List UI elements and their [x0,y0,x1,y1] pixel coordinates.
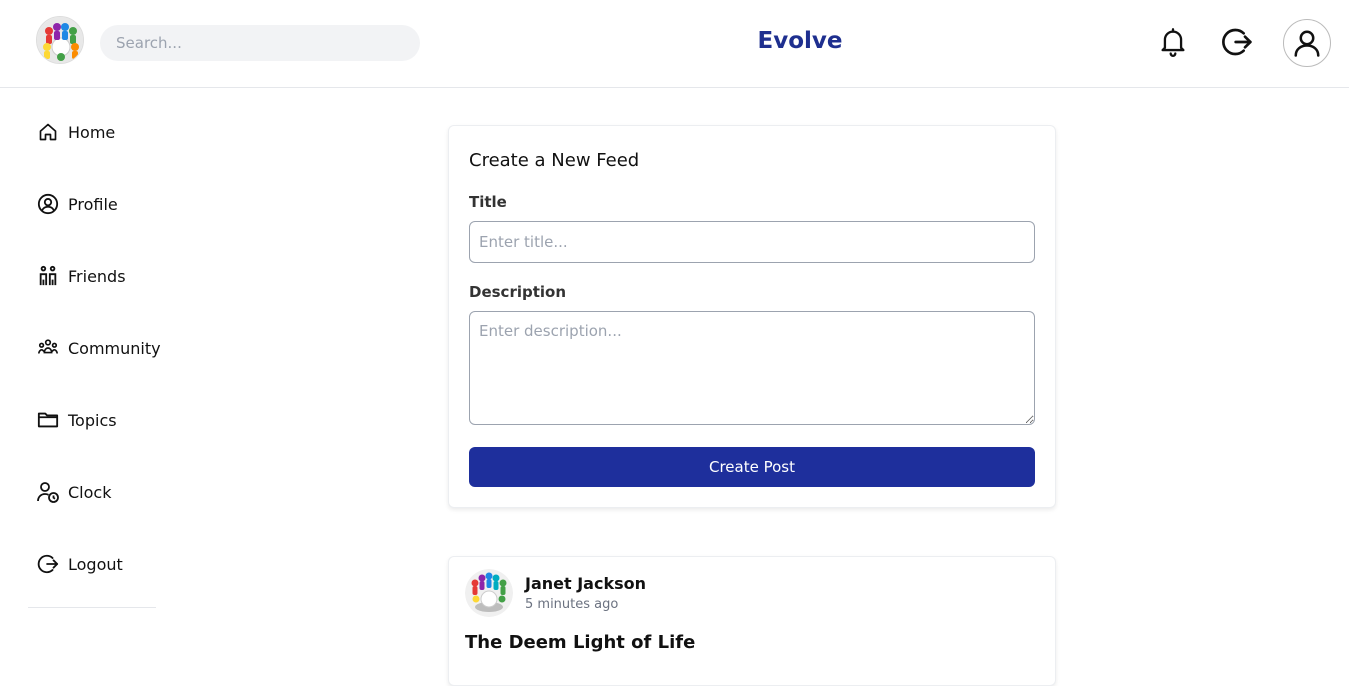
sidebar: Home Profile Friends Community Topics Cl… [0,88,200,664]
sidebar-item-community[interactable]: Community [36,334,161,362]
sidebar-item-label: Logout [68,554,123,574]
sidebar-divider [28,607,156,608]
user-clock-icon [36,480,60,504]
folder-icon [36,408,60,432]
create-feed-card: Create a New Feed Title Description Crea… [448,125,1056,508]
sidebar-item-home[interactable]: Home [36,118,115,146]
create-post-button[interactable]: Create Post [469,447,1035,487]
description-label: Description [469,283,567,301]
logout-icon[interactable] [1217,22,1257,62]
top-header: Evolve [0,0,1349,88]
search-input[interactable] [100,25,420,61]
sidebar-item-label: Topics [68,410,117,430]
user-avatar-icon[interactable] [1283,19,1331,67]
post-title: The Deem Light of Life [465,632,696,653]
post-author[interactable]: Janet Jackson [525,574,646,593]
create-feed-heading: Create a New Feed [469,150,640,171]
sidebar-item-profile[interactable]: Profile [36,190,118,218]
sidebar-item-friends[interactable]: Friends [36,262,126,290]
logout-icon [36,552,60,576]
sidebar-item-label: Home [68,122,116,142]
avatar[interactable] [465,569,513,617]
app-title: Evolve [757,28,843,54]
sidebar-item-topics[interactable]: Topics [36,406,117,434]
home-icon [36,120,60,144]
title-label: Title [469,193,507,211]
description-input[interactable] [469,311,1035,425]
sidebar-item-label: Friends [68,266,126,286]
profile-icon [36,192,60,216]
sidebar-item-label: Clock [68,482,112,502]
app-logo[interactable] [36,16,84,64]
community-icon [36,336,60,360]
sidebar-item-logout[interactable]: Logout [36,550,123,578]
title-input[interactable] [469,221,1035,263]
post-card: Janet Jackson 5 minutes ago The Deem Lig… [448,556,1056,686]
sidebar-item-label: Profile [68,194,118,214]
sidebar-item-clock[interactable]: Clock [36,478,111,506]
bell-icon[interactable] [1153,22,1193,62]
post-timestamp: 5 minutes ago [525,597,619,612]
sidebar-item-label: Community [68,338,161,358]
friends-icon [36,264,60,288]
